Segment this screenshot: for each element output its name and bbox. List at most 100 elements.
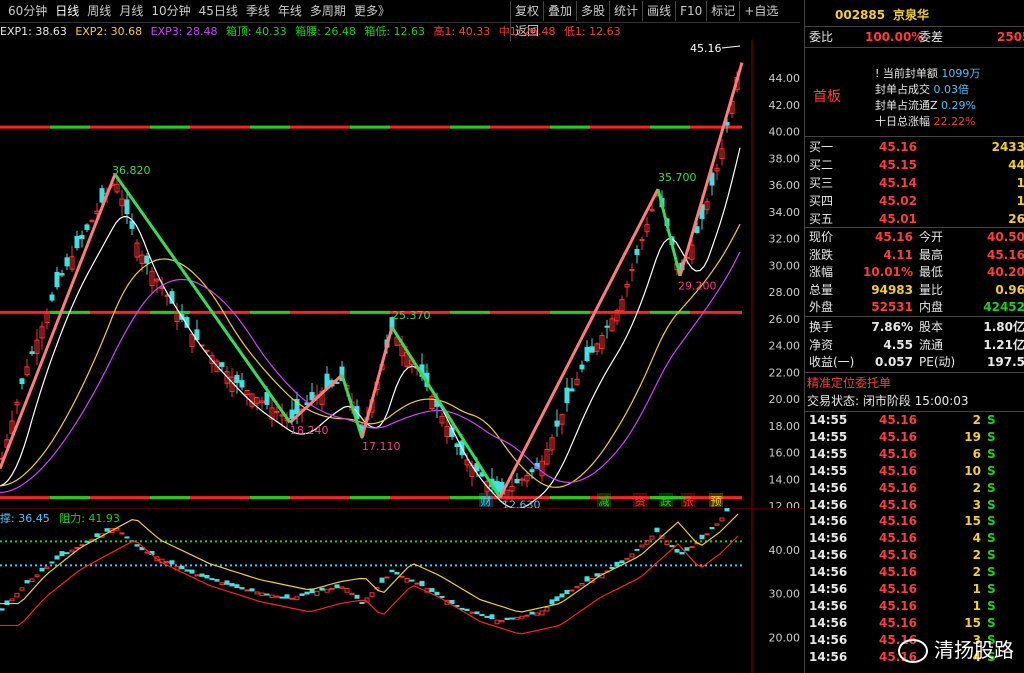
- precise-order-link[interactable]: 精准定位委托单: [807, 374, 1024, 392]
- legend-exp1: EXP1: 38.63: [0, 25, 67, 38]
- quote-label: 最低: [919, 265, 944, 279]
- sub-candle: [0, 608, 5, 611]
- toolbar-button[interactable]: +自选: [739, 1, 782, 21]
- bid-ratio-value: 100.00%: [865, 30, 924, 44]
- sub-line-lower: [0, 535, 739, 635]
- sub-candle: [59, 551, 65, 557]
- limit-stat-value: 1099万: [941, 67, 981, 80]
- toolbar-button[interactable]: F10: [675, 1, 706, 21]
- legend-high1: 高1: 40.33: [433, 25, 491, 38]
- sub-axis-label: 20.00: [769, 631, 801, 644]
- toolbar-button[interactable]: 画线: [642, 1, 675, 21]
- pivot-label: 36.820: [112, 164, 151, 177]
- tick-volume: 15: [964, 615, 981, 630]
- sub-candle: [219, 582, 225, 585]
- toolbar-button[interactable]: 统计: [609, 1, 642, 21]
- candle-body: [19, 378, 25, 385]
- sub-candle: [169, 560, 175, 565]
- sub-chart[interactable]: 40.00 30.00 20.00: [0, 508, 804, 673]
- price-axis-label: 24.00: [769, 340, 801, 353]
- sub-candle: [69, 549, 75, 553]
- event-marker[interactable]: 减: [599, 495, 610, 508]
- tick-time: 14:55: [809, 413, 848, 427]
- fund-label: 换手: [809, 320, 834, 334]
- stock-code: 002885: [835, 8, 886, 22]
- sub-candle: [279, 596, 285, 599]
- buy-level-row[interactable]: 买三 45.14 1: [807, 174, 1024, 192]
- legend-box-waist: 箱腰: 26.48: [295, 25, 356, 38]
- event-marker[interactable]: 财: [481, 494, 492, 508]
- event-marker[interactable]: 张: [683, 495, 694, 508]
- period-tab[interactable]: 季线: [242, 0, 274, 22]
- toolbar-button[interactable]: 标记: [706, 1, 739, 21]
- price-axis-label: 12.00: [769, 500, 801, 508]
- sub-candle: [469, 611, 475, 614]
- sub-candle: [349, 592, 355, 595]
- period-tab[interactable]: 60分钟: [4, 0, 51, 22]
- event-marker[interactable]: 预: [711, 495, 722, 508]
- buy-level-row[interactable]: 买二 45.15 44: [807, 156, 1024, 174]
- event-marker[interactable]: 跌: [661, 494, 672, 508]
- kline-chart[interactable]: 44.00 42.00 40.00 38.00 36.00 34.00 32.00 30.00…: [0, 40, 804, 508]
- sub-candle: [254, 591, 260, 595]
- buy-level-row[interactable]: 买一 45.16 2433: [807, 138, 1024, 156]
- pivot-label: 25.370: [392, 309, 431, 322]
- toolbar-button[interactable]: 复权: [510, 1, 543, 21]
- toolbar-button[interactable]: 多股: [576, 1, 609, 21]
- quote-value: 0.96: [995, 282, 1024, 297]
- sub-candle: [329, 588, 335, 591]
- tick-row: 14:56 45.16 15 S: [807, 615, 1024, 632]
- period-tab[interactable]: 日线: [51, 0, 83, 22]
- event-marker[interactable]: 资: [635, 495, 646, 508]
- buy-level-row[interactable]: 买四 45.02 1: [807, 192, 1024, 210]
- period-tabs: 60分钟 日线 周线 月线 10分钟 45日线 季线 年线 多周期 更多》: [4, 0, 394, 22]
- tick-price: 45.16: [879, 582, 917, 596]
- limit-stat-line: 封单占成交 0.03倍: [875, 82, 1024, 98]
- period-tab[interactable]: 更多》: [350, 0, 394, 22]
- tick-time: 14:56: [809, 649, 848, 664]
- sub-candle: [9, 598, 15, 602]
- period-tab[interactable]: 月线: [115, 0, 147, 22]
- sub-candle: [554, 596, 560, 601]
- sub-candle: [484, 615, 490, 618]
- sub-candle: [84, 540, 90, 543]
- tick-price: 45.16: [879, 463, 917, 478]
- sub-candle: [714, 523, 720, 526]
- buy-level-label: 买一: [809, 140, 834, 154]
- tick-volume: 10: [964, 463, 981, 478]
- price-axis-label: 16.00: [769, 447, 801, 460]
- buy-level-label: 买四: [809, 194, 834, 208]
- period-tab[interactable]: 10分钟: [147, 0, 194, 22]
- period-tab[interactable]: 多周期: [306, 0, 350, 22]
- toolbar-button[interactable]: 叠加: [543, 1, 576, 21]
- sub-candle: [249, 588, 255, 592]
- sub-axis-label: 30.00: [769, 588, 801, 601]
- buy-level-row[interactable]: 买五 45.01 26: [807, 210, 1024, 228]
- quote-value: 45.16: [987, 247, 1024, 262]
- sub-candle: [679, 551, 685, 555]
- sub-candle: [54, 555, 60, 560]
- period-tab[interactable]: 周线: [83, 0, 115, 22]
- candle-body: [634, 248, 640, 256]
- tick-row: 14:55 45.16 19 S: [807, 429, 1024, 446]
- tick-side: S: [987, 497, 996, 512]
- sub-candle: [449, 599, 455, 605]
- period-tab[interactable]: 45日线: [195, 0, 242, 22]
- sub-candle: [529, 611, 535, 615]
- tick-volume: 2: [972, 480, 981, 495]
- quote-label: 量比: [919, 282, 944, 297]
- sub-candle: [269, 594, 275, 599]
- tick-time: 14:56: [809, 531, 848, 546]
- sub-candle: [29, 578, 35, 583]
- top-toolbar: 60分钟 日线 周线 月线 10分钟 45日线 季线 年线 多周期 更多》 复权 叠加 多股 统计 画线 F…: [0, 0, 800, 41]
- buy-level-price: 45.01: [879, 212, 917, 226]
- quote-label: 今开: [919, 230, 944, 244]
- candle-body: [124, 199, 130, 215]
- zigzag-segment: [656, 188, 682, 277]
- tick-price: 45.16: [879, 615, 917, 630]
- price-axis-label: 26.00: [769, 313, 801, 326]
- period-tab[interactable]: 年线: [274, 0, 306, 22]
- tick-row: 14:56 45.16 3 S: [807, 497, 1024, 514]
- candle-body: [309, 391, 315, 401]
- sub-candle: [704, 533, 710, 536]
